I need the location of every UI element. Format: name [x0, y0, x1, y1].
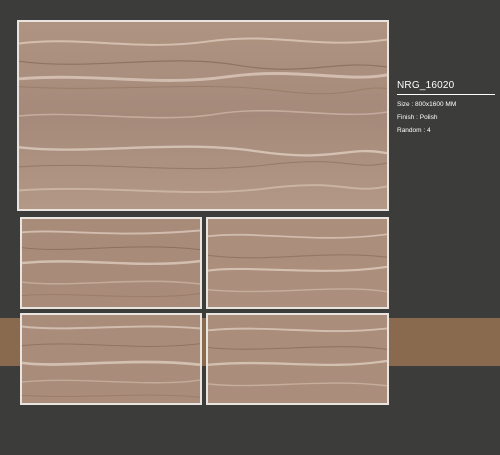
product-spec-panel: NRG_16020 Size : 800x1600 MM Finish : Po…	[397, 80, 495, 134]
marble-texture	[22, 315, 200, 403]
marble-texture	[22, 219, 200, 307]
main-marble-tile	[17, 20, 389, 211]
marble-texture	[208, 315, 387, 403]
product-finish: Finish : Polish	[397, 114, 438, 121]
product-random: Random : 4	[397, 127, 431, 134]
product-size: Size : 800x1600 MM	[397, 101, 457, 108]
marble-tile-1	[20, 217, 202, 309]
marble-tile-4	[206, 313, 389, 405]
marble-tile-3	[20, 313, 202, 405]
marble-texture	[19, 22, 387, 209]
product-code: NRG_16020	[397, 80, 495, 95]
marble-texture	[208, 219, 387, 307]
marble-tile-2	[206, 217, 389, 309]
